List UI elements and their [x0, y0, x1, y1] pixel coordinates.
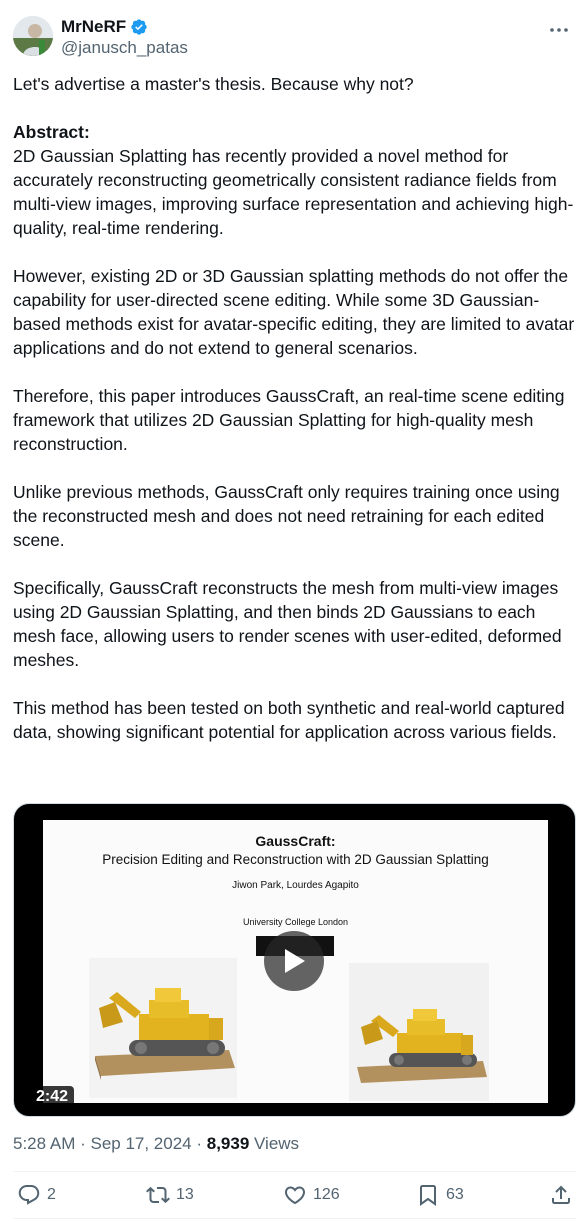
tweet-meta: 5:28 AM · Sep 17, 2024 · 8,939 Views	[13, 1133, 299, 1155]
tweet-paragraph-5: Specifically, GaussCraft reconstructs th…	[13, 578, 562, 670]
bulldozer-model-right	[349, 963, 489, 1101]
tweet-date[interactable]: Sep 17, 2024	[90, 1134, 191, 1153]
tweet-paragraph-4: Unlike previous methods, GaussCraft only…	[13, 482, 560, 550]
slide-title: GaussCraft:	[255, 833, 336, 849]
tweet-header: MrNeRF @janusch_patas	[13, 16, 573, 58]
author-display-name[interactable]: MrNeRF	[61, 16, 188, 37]
video-player[interactable]: GaussCraft: Precision Editing and Recons…	[13, 803, 576, 1117]
like-button[interactable]: 126	[283, 1180, 340, 1210]
bottom-divider	[13, 1218, 576, 1219]
divider	[13, 1171, 576, 1172]
repost-count: 13	[176, 1186, 194, 1203]
meta-separator-2: ·	[191, 1134, 207, 1153]
views-count[interactable]: 8,939	[207, 1134, 250, 1153]
repost-button[interactable]: 13	[146, 1180, 194, 1210]
tweet-paragraph-abstract: Abstract: 2D Gaussian Splatting has recen…	[13, 120, 575, 240]
tweet-paragraph-2: However, existing 2D or 3D Gaussian spla…	[13, 266, 575, 358]
repost-icon	[146, 1186, 170, 1204]
bookmark-icon	[420, 1185, 436, 1206]
reply-button[interactable]: 2	[17, 1180, 56, 1210]
views-label: Views	[249, 1134, 300, 1153]
slide-authors: Jiwon Park, Lourdes Agapito	[232, 880, 359, 891]
author-display-name-text[interactable]: MrNeRF	[61, 16, 126, 37]
more-options-icon[interactable]	[549, 20, 569, 40]
play-icon[interactable]	[264, 931, 324, 991]
video-duration: 2:42	[30, 1086, 75, 1108]
slide-subtitle: Precision Editing and Reconstruction wit…	[102, 852, 489, 867]
abstract-heading: Abstract:	[13, 122, 90, 142]
author-names: MrNeRF @janusch_patas	[61, 16, 188, 58]
reply-icon	[18, 1185, 40, 1205]
author-handle[interactable]: @janusch_patas	[61, 37, 188, 58]
bulldozer-model-left	[89, 958, 237, 1098]
slide-affiliation: University College London	[242, 917, 349, 927]
tweet-paragraph-1: 2D Gaussian Splatting has recently provi…	[13, 146, 574, 238]
tweet-text: Let's advertise a master's thesis. Becau…	[13, 72, 575, 768]
heart-icon	[284, 1186, 306, 1205]
bookmark-button[interactable]: 63	[416, 1180, 464, 1210]
tweet-paragraph-6: This method has been tested on both synt…	[13, 698, 565, 742]
bookmark-count: 63	[446, 1186, 464, 1203]
verified-badge-icon	[130, 18, 148, 36]
action-bar: 2 13 126 63	[13, 1180, 573, 1210]
tweet-time[interactable]: 5:28 AM	[13, 1134, 75, 1153]
avatar[interactable]	[13, 16, 53, 56]
meta-separator-1: ·	[75, 1134, 91, 1153]
tweet: MrNeRF @janusch_patas Let's advertise a …	[0, 0, 584, 1222]
tweet-intro: Let's advertise a master's thesis. Becau…	[13, 74, 414, 94]
tweet-paragraph-3: Therefore, this paper introduces GaussCr…	[13, 386, 565, 454]
share-icon	[552, 1185, 570, 1204]
reply-count: 2	[47, 1186, 56, 1203]
like-count: 126	[313, 1186, 340, 1203]
share-button[interactable]	[549, 1180, 573, 1210]
